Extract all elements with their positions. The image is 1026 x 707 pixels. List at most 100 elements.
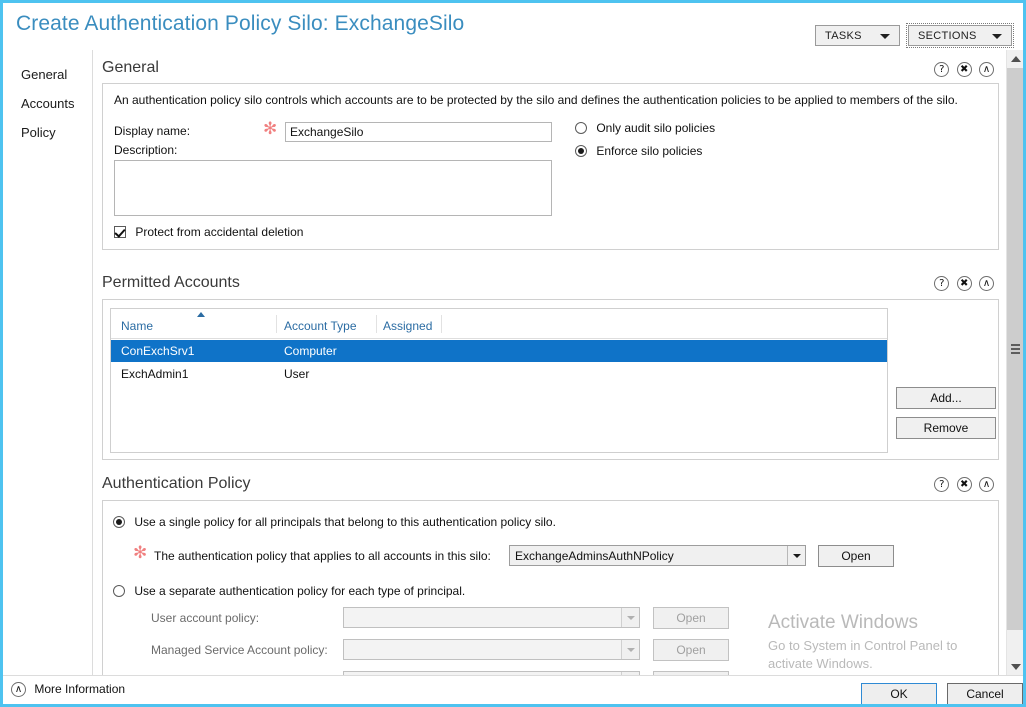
sidebar-item-general[interactable]: General (21, 67, 67, 82)
scrollbar-thumb[interactable] (1007, 68, 1024, 630)
separate-policy-radio-row[interactable]: Use a separate authentication policy for… (113, 584, 465, 598)
dialog-body: General Accounts Policy General ? ✖ ∧ An… (3, 50, 1023, 675)
msa-policy-open-button[interactable]: Open (653, 639, 729, 661)
close-icon-glyph: ✖ (958, 276, 971, 291)
display-name-required-icon: ✻ (263, 121, 277, 138)
tasks-menu-label: TASKS (825, 30, 862, 42)
single-policy-option-label: Use a single policy for all principals t… (134, 515, 556, 529)
chevron-down-icon[interactable] (621, 640, 639, 659)
general-section-heading: General (102, 59, 159, 77)
sidebar-item-accounts[interactable]: Accounts (21, 96, 74, 111)
collapse-icon[interactable]: ∧ (979, 276, 994, 291)
column-divider[interactable] (276, 315, 277, 333)
single-policy-label: The authentication policy that applies t… (154, 549, 491, 563)
display-name-input[interactable] (285, 122, 552, 142)
chevron-down-icon[interactable] (621, 608, 639, 627)
add-account-button[interactable]: Add... (896, 387, 996, 409)
sections-menu-label: SECTIONS (918, 30, 977, 42)
only-audit-radio[interactable] (575, 122, 587, 134)
single-policy-combobox[interactable]: ExchangeAdminsAuthNPolicy (509, 545, 806, 566)
chevron-down-icon (992, 34, 1002, 39)
only-audit-label: Only audit silo policies (596, 121, 715, 135)
protect-from-deletion-row[interactable]: Protect from accidental deletion (114, 225, 303, 239)
column-header-name[interactable]: Name (121, 319, 153, 333)
separate-policy-option-label: Use a separate authentication policy for… (134, 584, 465, 598)
authentication-policy-section-box: Use a single policy for all principals t… (102, 500, 999, 675)
enforce-silo-label: Enforce silo policies (596, 144, 702, 158)
cancel-button[interactable]: Cancel (947, 683, 1023, 705)
more-information-button[interactable]: ∧ More Information (11, 682, 125, 697)
ok-button[interactable]: OK (861, 683, 937, 705)
user-account-policy-open-button[interactable]: Open (653, 607, 729, 629)
sections-menu-button[interactable]: SECTIONS (908, 25, 1012, 46)
dialog-titlebar: Create Authentication Policy Silo: Excha… (3, 3, 1023, 50)
general-section-icons: ? ✖ ∧ (930, 62, 994, 77)
only-audit-radio-row[interactable]: Only audit silo policies (575, 121, 715, 135)
description-label: Description: (114, 143, 177, 157)
column-divider[interactable] (441, 315, 442, 333)
cell-account-type: Computer (284, 344, 337, 358)
single-policy-required-icon: ✻ (133, 545, 147, 562)
permitted-accounts-section-box: Name Account Type Assigned ConExchSrv1 C… (102, 299, 999, 460)
chevron-down-icon (880, 34, 890, 39)
scroll-up-arrow-icon[interactable] (1007, 50, 1024, 67)
protect-from-deletion-label: Protect from accidental deletion (135, 225, 303, 239)
vertical-scrollbar[interactable] (1006, 50, 1023, 675)
collapse-icon-glyph: ∧ (980, 62, 993, 77)
scroll-down-arrow-icon[interactable] (1007, 658, 1024, 675)
table-row[interactable]: ConExchSrv1 Computer (111, 340, 887, 362)
collapse-icon[interactable]: ∧ (11, 682, 26, 697)
permitted-accounts-list-header: Name Account Type Assigned (111, 309, 887, 339)
separate-policy-radio[interactable] (113, 585, 125, 597)
enforce-silo-radio-row[interactable]: Enforce silo policies (575, 144, 702, 158)
protect-from-deletion-checkbox[interactable] (114, 226, 126, 238)
general-description-text: An authentication policy silo controls w… (114, 93, 958, 107)
column-header-assigned[interactable]: Assigned (383, 319, 432, 333)
close-icon-glyph: ✖ (958, 477, 971, 492)
sidebar-item-policy[interactable]: Policy (21, 125, 56, 140)
help-icon[interactable]: ? (934, 477, 949, 492)
help-icon-glyph: ? (935, 62, 948, 77)
description-textarea[interactable] (114, 160, 552, 216)
help-icon[interactable]: ? (934, 276, 949, 291)
single-policy-radio-row[interactable]: Use a single policy for all principals t… (113, 515, 556, 529)
permitted-accounts-list[interactable]: Name Account Type Assigned ConExchSrv1 C… (110, 308, 888, 453)
scrollbar-grip-icon (1011, 344, 1020, 354)
more-information-label: More Information (34, 682, 125, 696)
help-icon-glyph: ? (935, 276, 948, 291)
remove-account-button[interactable]: Remove (896, 417, 996, 439)
close-icon[interactable]: ✖ (957, 276, 972, 291)
sidebar: General Accounts Policy (3, 50, 93, 675)
single-policy-radio[interactable] (113, 516, 125, 528)
cell-name: ConExchSrv1 (121, 344, 194, 358)
content-pane: General ? ✖ ∧ An authentication policy s… (94, 50, 1010, 675)
sort-ascending-icon (197, 312, 205, 317)
single-policy-value: ExchangeAdminsAuthNPolicy (515, 549, 674, 563)
table-row[interactable]: ExchAdmin1 User (111, 363, 887, 385)
help-icon[interactable]: ? (934, 62, 949, 77)
close-icon[interactable]: ✖ (957, 477, 972, 492)
collapse-icon-glyph: ∧ (980, 276, 993, 291)
close-icon-glyph: ✖ (958, 62, 971, 77)
page-title: Create Authentication Policy Silo: Excha… (16, 12, 464, 36)
authentication-policy-section-icons: ? ✖ ∧ (930, 477, 994, 492)
user-account-policy-combobox[interactable] (343, 607, 640, 628)
close-icon[interactable]: ✖ (957, 62, 972, 77)
msa-policy-combobox[interactable] (343, 639, 640, 660)
user-account-policy-label: User account policy: (151, 611, 259, 625)
collapse-icon-glyph: ∧ (12, 682, 25, 697)
general-section-box: An authentication policy silo controls w… (102, 83, 999, 250)
enforce-silo-radio[interactable] (575, 145, 587, 157)
tasks-menu-button[interactable]: TASKS (815, 25, 900, 46)
cell-name: ExchAdmin1 (121, 367, 188, 381)
chevron-down-icon[interactable] (787, 546, 805, 565)
permitted-accounts-section-icons: ? ✖ ∧ (930, 276, 994, 291)
permitted-accounts-heading: Permitted Accounts (102, 274, 240, 292)
collapse-icon[interactable]: ∧ (979, 62, 994, 77)
column-header-account-type[interactable]: Account Type (284, 319, 357, 333)
create-auth-policy-silo-dialog: Create Authentication Policy Silo: Excha… (0, 0, 1026, 707)
single-policy-open-button[interactable]: Open (818, 545, 894, 567)
msa-policy-label: Managed Service Account policy: (151, 643, 328, 657)
column-divider[interactable] (376, 315, 377, 333)
collapse-icon[interactable]: ∧ (979, 477, 994, 492)
